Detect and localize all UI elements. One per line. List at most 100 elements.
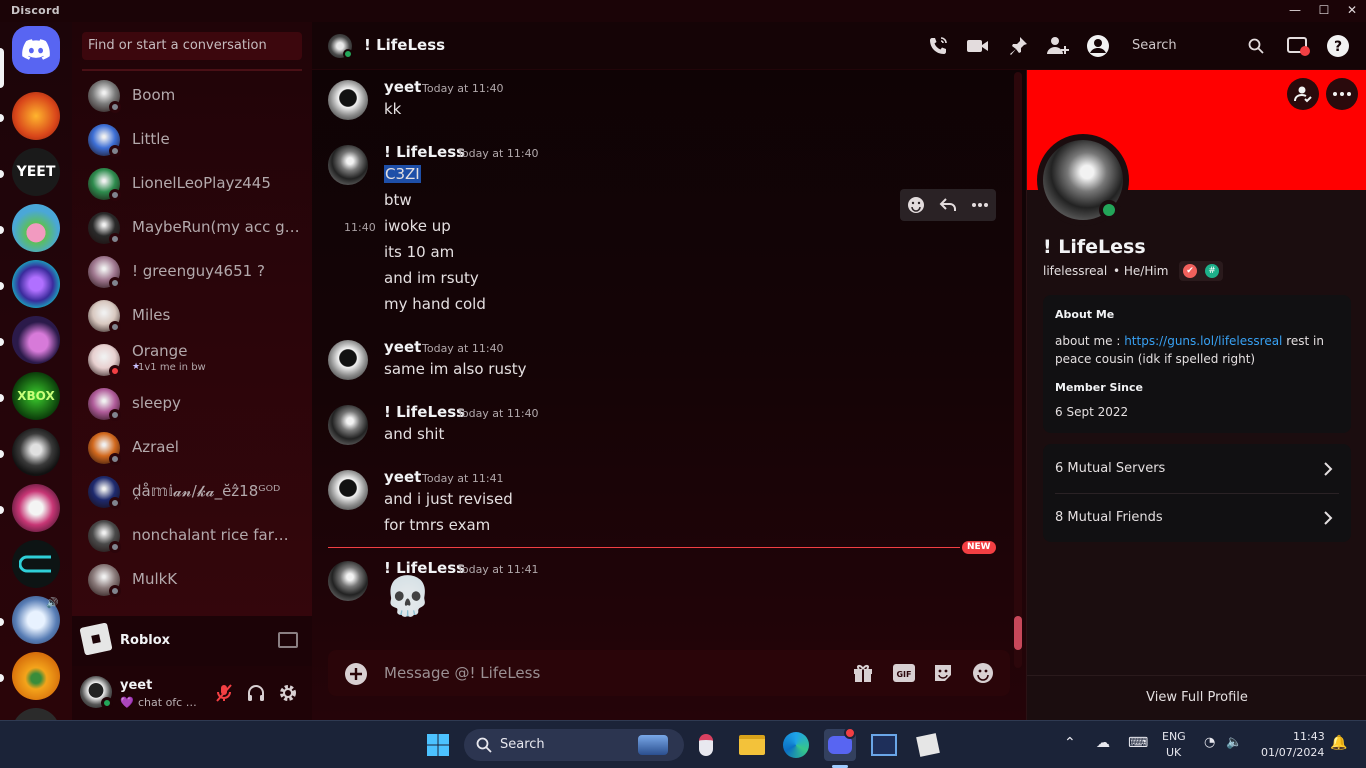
add-reaction-icon[interactable]	[906, 195, 926, 215]
minimize-button[interactable]: —	[1288, 3, 1302, 17]
headphones-icon[interactable]	[246, 683, 266, 703]
keyboard-icon[interactable]: ⌨	[1128, 735, 1148, 751]
message-avatar[interactable]	[328, 405, 368, 445]
gift-icon[interactable]	[852, 662, 874, 684]
edge-browser-icon[interactable]	[780, 729, 812, 761]
server-yeet[interactable]: YEET	[12, 148, 60, 196]
scrollbar-thumb[interactable]	[1014, 616, 1022, 650]
divider	[82, 69, 302, 71]
dm-item[interactable]: Azrael	[80, 428, 304, 468]
volume-icon[interactable]: 🔈	[1226, 735, 1242, 750]
message-author[interactable]: ! LifeLess	[384, 403, 465, 421]
message-avatar[interactable]	[328, 80, 368, 120]
dm-item[interactable]: ḓå𝕞𝕚𝓪𝓷/𝓴𝓪_ĕẑ18ᴳᴼᴰ	[80, 472, 304, 512]
gif-icon[interactable]: GIF	[892, 662, 916, 684]
settings-gear-icon[interactable]	[278, 683, 298, 703]
title-bar: Discord — ☐ ✕	[0, 0, 1366, 22]
close-button[interactable]: ✕	[1345, 3, 1359, 17]
server-pink-character[interactable]	[12, 484, 60, 532]
sticker-icon[interactable]	[932, 662, 954, 684]
pinned-messages-icon[interactable]	[1006, 34, 1030, 58]
dm-item[interactable]: ! greenguy4651 ?	[80, 252, 304, 292]
user-custom-status: chat ofc …	[138, 696, 197, 709]
profile-more-button[interactable]	[1326, 78, 1358, 110]
dm-name: MulkK	[132, 570, 178, 588]
inbox-icon[interactable]	[1286, 34, 1310, 58]
windows-start-icon[interactable]	[422, 729, 454, 761]
divider	[1027, 675, 1366, 676]
roblox-taskbar-icon[interactable]	[912, 729, 944, 761]
message-avatar[interactable]	[328, 340, 368, 380]
server-dark-figure[interactable]	[12, 428, 60, 476]
dm-item[interactable]: Orange ★ 1v1 me in bw	[80, 340, 304, 380]
add-friend-button[interactable]	[1287, 78, 1319, 110]
dm-name: Azrael	[132, 438, 179, 456]
message-avatar[interactable]	[328, 145, 368, 185]
dm-search-input[interactable]: Find or start a conversation	[82, 32, 302, 60]
clock-date[interactable]: 01/07/2024	[1261, 746, 1324, 759]
dm-item[interactable]: nonchalant rice farmer	[80, 516, 304, 556]
message-author[interactable]: yeet	[384, 468, 421, 486]
selected-indicator	[0, 48, 4, 88]
maximize-button[interactable]: ☐	[1317, 3, 1331, 17]
tray-overflow-icon[interactable]: ⌃	[1064, 735, 1076, 751]
hashtag-badge-icon[interactable]: #	[1205, 264, 1219, 278]
discord-taskbar-icon[interactable]	[824, 727, 856, 761]
scrollbar[interactable]	[1014, 72, 1022, 668]
dm-item[interactable]: MulkK	[80, 560, 304, 600]
help-icon[interactable]: ?	[1326, 34, 1350, 58]
attach-plus-icon[interactable]	[344, 662, 368, 686]
dm-item[interactable]: Boom	[80, 76, 304, 116]
server-fire[interactable]	[12, 92, 60, 140]
mutual-friends-label: 8 Mutual Friends	[1055, 510, 1163, 525]
task-manager-icon[interactable]	[868, 729, 900, 761]
clock-time[interactable]: 11:43	[1293, 730, 1325, 743]
message-avatar[interactable]	[328, 470, 368, 510]
more-options-icon[interactable]	[970, 195, 990, 215]
mutual-servers-row[interactable]: 6 Mutual Servers	[1043, 444, 1351, 493]
profile-username[interactable]: lifelessreal	[1043, 264, 1107, 278]
onedrive-cloud-icon[interactable]: ☁	[1096, 735, 1110, 751]
server-mewtwo[interactable]	[12, 316, 60, 364]
server-yellow-face[interactable]	[12, 652, 60, 700]
video-call-icon[interactable]	[966, 34, 990, 58]
message-input[interactable]: Message @! LifeLess	[384, 664, 540, 682]
taskbar-search[interactable]: Search	[464, 729, 684, 761]
server-purple-crest[interactable]	[12, 260, 60, 308]
about-link[interactable]: https://guns.lol/lifelessreal	[1124, 334, 1282, 348]
dm-item[interactable]: MaybeRun(my acc got…	[80, 208, 304, 248]
language-region[interactable]: UK	[1166, 746, 1181, 759]
dm-name: MaybeRun(my acc got…	[132, 218, 302, 236]
dm-name: ḓå𝕞𝕚𝓪𝓷/𝓴𝓪_ĕẑ18ᴳᴼᴰ	[132, 482, 281, 500]
message-author[interactable]: yeet	[384, 78, 421, 96]
file-explorer-icon[interactable]	[736, 729, 768, 761]
dm-item[interactable]: Little	[80, 120, 304, 160]
emoji-icon[interactable]	[972, 662, 994, 684]
dm-item[interactable]: LionelLeoPlayz445	[80, 164, 304, 204]
voice-call-icon[interactable]	[926, 34, 950, 58]
view-full-profile-link[interactable]: View Full Profile	[1027, 690, 1366, 705]
dm-item[interactable]: Miles	[80, 296, 304, 336]
discord-home-button[interactable]	[12, 26, 60, 74]
wifi-icon[interactable]: ◔	[1204, 735, 1215, 750]
language-code[interactable]: ENG	[1162, 730, 1186, 743]
message-composer[interactable]: Message @! LifeLess GIF	[328, 650, 1010, 696]
mutual-friends-row[interactable]: 8 Mutual Friends	[1043, 494, 1351, 542]
server-c-logo[interactable]	[12, 540, 60, 588]
user-profile-icon[interactable]	[1086, 34, 1110, 58]
reply-icon[interactable]	[938, 195, 958, 215]
message-avatar[interactable]	[328, 561, 368, 601]
profile-pronouns: • He/Him	[1113, 264, 1169, 278]
server-xbox[interactable]: XBOX	[12, 372, 60, 420]
add-friends-to-dm-icon[interactable]	[1046, 34, 1070, 58]
notification-bell-icon[interactable]: 🔔	[1330, 735, 1347, 751]
message-author[interactable]: yeet	[384, 338, 421, 356]
message-author[interactable]: ! LifeLess	[384, 143, 465, 161]
dm-item[interactable]: sleepy	[80, 384, 304, 424]
server-kirby[interactable]	[12, 204, 60, 252]
mouse-app-icon[interactable]	[690, 729, 722, 761]
verified-badge-icon[interactable]: ✔	[1183, 264, 1197, 278]
server-partial[interactable]	[12, 708, 60, 720]
mute-mic-icon[interactable]	[214, 683, 234, 703]
screen-share-icon[interactable]	[278, 632, 298, 648]
